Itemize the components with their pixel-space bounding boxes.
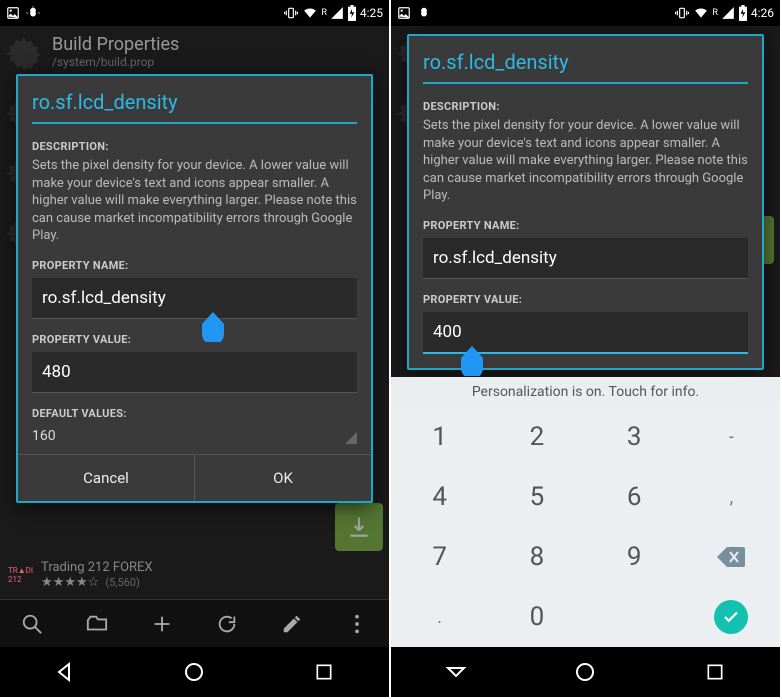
spinner-mark-icon[interactable]: [345, 432, 357, 444]
ok-button[interactable]: OK: [194, 455, 371, 501]
gear-icon: [4, 34, 44, 74]
key-backspace[interactable]: [683, 527, 780, 587]
default-values-label: DEFAULT VALUES:: [18, 401, 371, 424]
edit-property-dialog: ro.sf.lcd_density DESCRIPTION: Sets the …: [407, 34, 764, 370]
key-minus[interactable]: -: [683, 407, 780, 467]
description-text: Sets the pixel density for your device. …: [18, 157, 371, 253]
key-6[interactable]: 6: [586, 467, 683, 527]
key-dot[interactable]: .: [391, 587, 488, 647]
key-comma[interactable]: ,: [683, 467, 780, 527]
vibrate-icon: [283, 6, 299, 20]
overflow-button[interactable]: [337, 604, 377, 644]
property-value-input[interactable]: [32, 352, 357, 393]
net-badge: R: [712, 8, 718, 18]
key-7[interactable]: 7: [391, 527, 488, 587]
property-name-label: PROPERTY NAME:: [18, 253, 371, 276]
nav-back-ime-icon[interactable]: [444, 660, 468, 684]
property-name-input[interactable]: [423, 238, 748, 279]
battery-charging-icon: [347, 5, 357, 21]
numeric-keyboard: 1 2 3 - 4 5 6 , 7 8 9 . 0: [391, 407, 780, 647]
key-1[interactable]: 1: [391, 407, 488, 467]
add-button[interactable]: [142, 604, 182, 644]
status-bar: R 4:25: [0, 0, 389, 26]
app-header: Build Properties /system/build.prop: [42, 26, 389, 77]
property-name-label: PROPERTY NAME:: [409, 213, 762, 236]
app-title: Build Properties: [52, 34, 379, 55]
property-value-label: PROPERTY VALUE:: [409, 287, 762, 310]
key-9[interactable]: 9: [586, 527, 683, 587]
property-name-input[interactable]: [32, 278, 357, 319]
edit-button[interactable]: [272, 604, 312, 644]
key-0[interactable]: 0: [488, 587, 585, 647]
nav-back-button[interactable]: [35, 657, 95, 687]
wifi-icon: [302, 6, 318, 20]
ad-trading[interactable]: TR▲DI212 Trading 212 FOREX ★★★★☆(5,560): [8, 555, 381, 595]
open-button[interactable]: [77, 604, 117, 644]
nav-recent-button[interactable]: [685, 657, 745, 687]
app-toolbar: [0, 599, 389, 647]
download-button[interactable]: [335, 503, 383, 551]
check-circle-icon: [714, 600, 748, 634]
key-5[interactable]: 5: [488, 467, 585, 527]
divider: [423, 82, 748, 84]
vibrate-icon: [674, 6, 690, 20]
nav-home-button[interactable]: [555, 657, 615, 687]
star-icon: ★★★★☆: [41, 575, 99, 590]
key-2[interactable]: 2: [488, 407, 585, 467]
backspace-icon: [717, 547, 745, 567]
cancel-button[interactable]: Cancel: [18, 455, 194, 501]
key-3[interactable]: 3: [586, 407, 683, 467]
signal-icon: [330, 6, 344, 20]
search-button[interactable]: [12, 604, 52, 644]
key-4[interactable]: 4: [391, 467, 488, 527]
key-8[interactable]: 8: [488, 527, 585, 587]
bug-icon: [26, 6, 40, 20]
reload-button[interactable]: [207, 604, 247, 644]
dialog-title: ro.sf.lcd_density: [409, 36, 762, 82]
divider: [32, 122, 357, 124]
key-enter[interactable]: [683, 587, 780, 647]
battery-charging-icon: [738, 5, 748, 21]
app-path: /system/build.prop: [52, 55, 379, 69]
nav-home-button[interactable]: [164, 657, 224, 687]
edit-property-dialog: ro.sf.lcd_density DESCRIPTION: Sets the …: [16, 74, 373, 503]
property-value-label: PROPERTY VALUE:: [18, 327, 371, 350]
image-icon: [6, 6, 20, 20]
bug-icon: [417, 6, 431, 20]
description-label: DESCRIPTION:: [409, 94, 762, 117]
dialog-title: ro.sf.lcd_density: [18, 76, 371, 122]
keyboard-notice[interactable]: Personalization is on. Touch for info.: [391, 377, 780, 407]
property-value-input[interactable]: [423, 312, 748, 354]
wifi-icon: [693, 6, 709, 20]
net-badge: R: [321, 8, 327, 18]
description-text: Sets the pixel density for your device. …: [409, 117, 762, 213]
key-blank: [586, 587, 683, 647]
signal-icon: [721, 6, 735, 20]
default-values-text[interactable]: 160: [18, 424, 371, 454]
description-label: DESCRIPTION:: [18, 134, 371, 157]
status-time: 4:25: [360, 6, 383, 20]
image-icon: [397, 6, 411, 20]
nav-recent-button[interactable]: [294, 657, 354, 687]
status-time: 4:26: [751, 6, 774, 20]
status-bar: R 4:26: [391, 0, 780, 26]
